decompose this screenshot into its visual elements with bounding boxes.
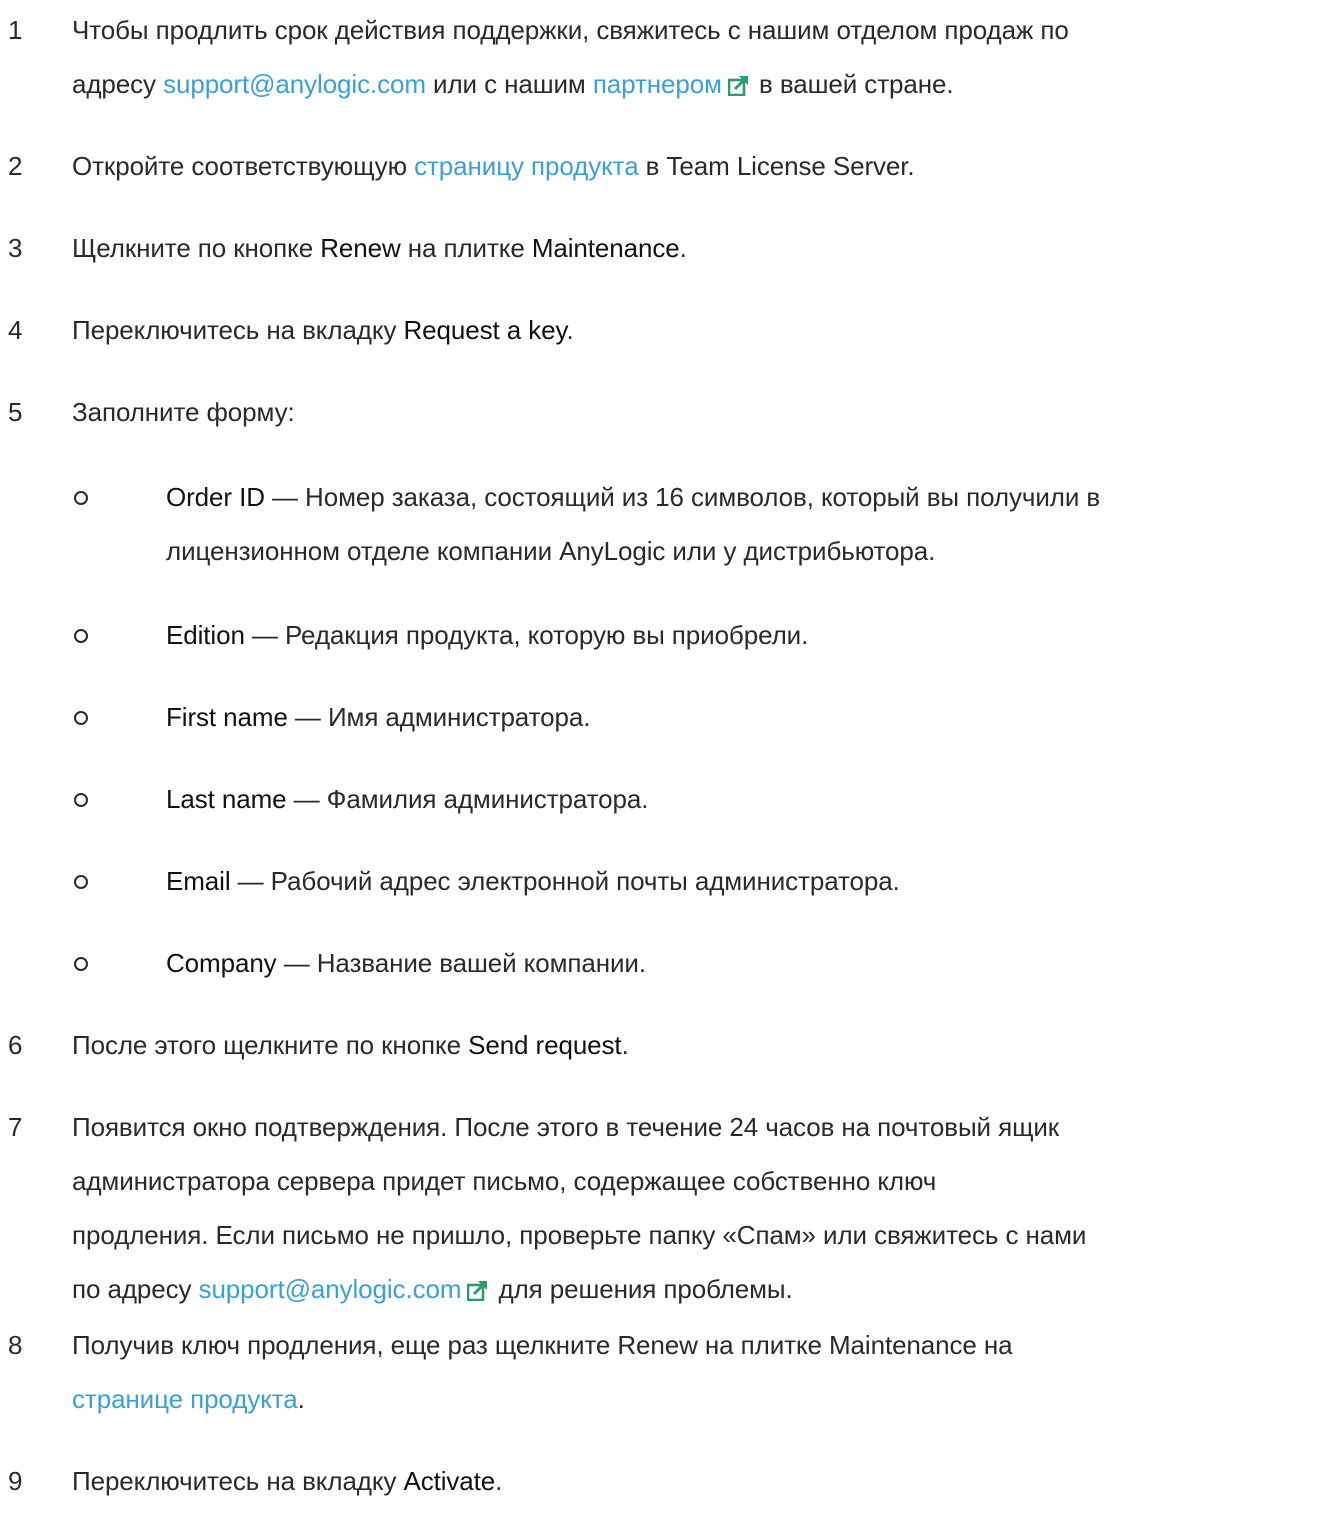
step-text: Переключитесь на вкладку Activate. bbox=[72, 1454, 1322, 1508]
field-line: лицензионном отделе компании AnyLogic ил… bbox=[166, 536, 936, 566]
support-email-link[interactable]: support@anylogic.com bbox=[199, 1274, 462, 1304]
step-number: 2 bbox=[8, 151, 23, 181]
step-line: Чтобы продлить срок действия поддержки, … bbox=[72, 15, 1069, 45]
text-segment: Откройте соответствующую bbox=[72, 151, 415, 181]
step-text: Заполните форму: bbox=[72, 397, 295, 427]
step-number: 5 bbox=[8, 397, 23, 427]
field-name: Company bbox=[166, 948, 277, 978]
step-number: 9 bbox=[8, 1466, 23, 1496]
bullet-icon bbox=[74, 875, 88, 889]
field-name: Order ID bbox=[166, 482, 265, 512]
step-text: Переключитесь на вкладку Request a key. bbox=[72, 303, 1322, 357]
text-segment: — Номер заказа, состоящий из 16 символов… bbox=[264, 482, 1101, 512]
step-text: Появится окно подтверждения. После этого… bbox=[72, 1100, 1322, 1319]
bullet-icon bbox=[74, 629, 88, 643]
ui-term-activate: Activate bbox=[403, 1466, 496, 1496]
field-name: Last name bbox=[166, 784, 287, 814]
field-description: Email — Рабочий адрес электронной почты … bbox=[166, 854, 1326, 908]
text-segment: . bbox=[297, 1384, 305, 1414]
text-segment: . bbox=[621, 1030, 629, 1060]
text-segment: — Название вашей компании. bbox=[276, 948, 646, 978]
text-segment: — Фамилия администратора. bbox=[286, 784, 649, 814]
step-text: Получив ключ продления, еще раз щелкните… bbox=[72, 1318, 1322, 1426]
text-segment: адресу bbox=[72, 69, 164, 99]
field-description: Edition — Редакция продукта, которую вы … bbox=[166, 608, 1326, 662]
step-number: 4 bbox=[8, 315, 23, 345]
step-number: 7 bbox=[8, 1112, 23, 1142]
text-segment: в вашей стране. bbox=[751, 69, 954, 99]
field-name: Email bbox=[166, 866, 231, 896]
bullet-icon bbox=[74, 491, 88, 505]
field-name: First name bbox=[166, 702, 288, 732]
field-description: Company — Название вашей компании. bbox=[166, 936, 1326, 990]
ui-term-maintenance: Maintenance bbox=[531, 233, 680, 263]
step-number: 1 bbox=[8, 15, 23, 45]
text-segment: . bbox=[679, 233, 687, 263]
step-text: Чтобы продлить срок действия поддержки, … bbox=[72, 3, 1322, 114]
step-line: администратора сервера придет письмо, со… bbox=[72, 1166, 937, 1196]
ui-term-send-request: Send request bbox=[468, 1030, 622, 1060]
step-text: Щелкните по кнопке Renew на плитке Maint… bbox=[72, 221, 1322, 275]
text-segment: . bbox=[566, 315, 574, 345]
text-segment: в Team License Server. bbox=[638, 151, 915, 181]
partner-link[interactable]: партнером bbox=[593, 69, 722, 99]
text-segment: на плитке bbox=[400, 233, 532, 263]
step-line: Появится окно подтверждения. После этого… bbox=[72, 1112, 1060, 1142]
text-segment: для решения проблемы. bbox=[491, 1274, 793, 1304]
product-page-link[interactable]: странице продукта bbox=[72, 1384, 298, 1414]
text-segment: Щелкните по кнопке bbox=[72, 233, 321, 263]
text-segment: Переключитесь на вкладку bbox=[72, 315, 404, 345]
step-number: 3 bbox=[8, 233, 23, 263]
step-line: Получив ключ продления, еще раз щелкните… bbox=[72, 1330, 1013, 1360]
step-number: 8 bbox=[8, 1330, 23, 1360]
text-segment: — Редакция продукта, которую вы приобрел… bbox=[244, 620, 809, 650]
text-segment: по адресу bbox=[72, 1274, 199, 1304]
text-segment: После этого щелкните по кнопке bbox=[72, 1030, 469, 1060]
field-description: First name — Имя администратора. bbox=[166, 690, 1326, 744]
external-link-icon[interactable] bbox=[467, 1265, 489, 1319]
ui-term-request-a-key: Request a key bbox=[403, 315, 567, 345]
step-number: 6 bbox=[8, 1030, 23, 1060]
text-segment: — Рабочий адрес электронной почты админи… bbox=[230, 866, 900, 896]
product-page-link[interactable]: страницу продукта bbox=[414, 151, 639, 181]
step-line: странице продукта. bbox=[72, 1372, 1322, 1426]
text-segment: — Имя администратора. bbox=[287, 702, 591, 732]
text-segment: или с нашим bbox=[425, 69, 593, 99]
step-text: После этого щелкните по кнопке Send requ… bbox=[72, 1018, 1322, 1072]
step-text: Откройте соответствующую страницу продук… bbox=[72, 139, 1322, 193]
step-line: по адресу support@anylogic.com для решен… bbox=[72, 1262, 1322, 1319]
step-line: продления. Если письмо не пришло, провер… bbox=[72, 1220, 1087, 1250]
support-email-link[interactable]: support@anylogic.com bbox=[163, 69, 426, 99]
field-name: Edition bbox=[166, 620, 245, 650]
bullet-icon bbox=[74, 711, 88, 725]
field-description: Last name — Фамилия администратора. bbox=[166, 772, 1326, 826]
text-segment: Переключитесь на вкладку bbox=[72, 1466, 404, 1496]
step-line: адресу support@anylogic.com или с нашим … bbox=[72, 57, 1322, 114]
text-segment: . bbox=[495, 1466, 503, 1496]
external-link-icon[interactable] bbox=[727, 60, 750, 114]
ui-term-renew: Renew bbox=[320, 233, 401, 263]
bullet-icon bbox=[74, 793, 88, 807]
field-description: Order ID — Номер заказа, состоящий из 16… bbox=[166, 470, 1326, 578]
field-line: Order ID — Номер заказа, состоящий из 16… bbox=[166, 470, 1326, 524]
bullet-icon bbox=[74, 957, 88, 971]
